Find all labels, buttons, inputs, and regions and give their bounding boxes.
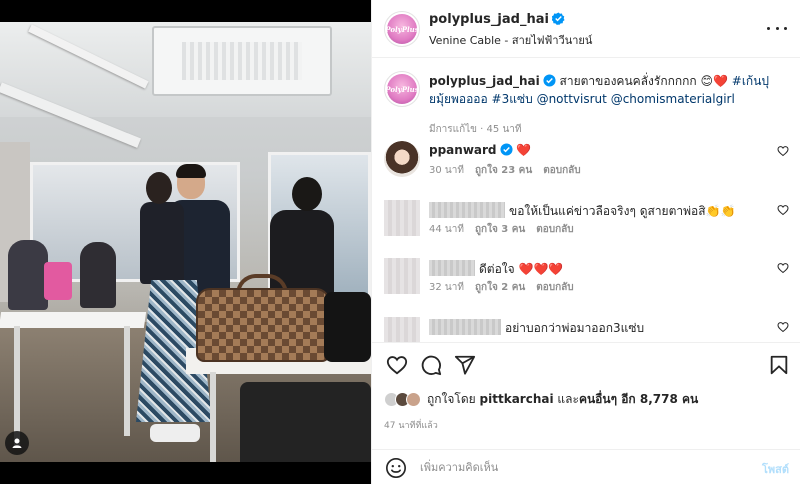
likes-middle: และ: [557, 391, 579, 406]
comment-like-count[interactable]: ถูกใจ 23 คน: [475, 163, 532, 178]
comment-text: ขอให้เป็นแค่ข่าวลือจริงๆ ดูสายตาพ่อสิ👏👏: [429, 202, 735, 221]
post-actions-bar: [372, 342, 800, 386]
verified-icon: [543, 74, 556, 87]
post-photo[interactable]: [0, 0, 371, 484]
mention-nottvisrut[interactable]: @nottvisrut: [537, 92, 607, 106]
emoji-icon[interactable]: [385, 457, 407, 479]
post-timestamp[interactable]: 47 นาทีที่แล้ว: [384, 418, 438, 432]
commenter-avatar-blurred[interactable]: [384, 200, 420, 236]
commenter-avatar[interactable]: [384, 141, 420, 177]
commenter-username-blurred[interactable]: [429, 319, 501, 335]
more-options-button[interactable]: [767, 20, 787, 36]
post-details-panel: PolyPlus polyplus_jad_hai Venine Cable -…: [371, 0, 800, 484]
tagged-users-button[interactable]: [5, 431, 29, 455]
comment-heart-icon[interactable]: [777, 204, 789, 216]
comment-text: ดีต่อใจ ❤️❤️❤️: [429, 260, 563, 279]
post-comment-button[interactable]: โพสต์: [762, 460, 789, 478]
likes-summary[interactable]: ถูกใจโดย pittkarchai และคนอื่นๆ อีก 8,77…: [384, 389, 698, 409]
more-icon: [767, 26, 770, 30]
author-username[interactable]: polyplus_jad_hai: [429, 12, 549, 27]
liker-username[interactable]: pittkarchai: [480, 392, 554, 406]
brand-logo: PolyPlus: [385, 14, 419, 44]
instagram-post-page: PolyPlus polyplus_jad_hai Venine Cable -…: [0, 0, 800, 484]
author-avatar[interactable]: PolyPlus: [384, 11, 420, 47]
comment-like-count[interactable]: ถูกใจ 2 คน: [475, 280, 525, 295]
commenter-username-blurred[interactable]: [429, 260, 475, 276]
caption-meta: มีการแก้ไข · 45 นาที: [429, 124, 522, 135]
comment-meta: 32 นาที ถูกใจ 2 คน ตอบกลับ: [429, 280, 574, 295]
comment-text: อย่าบอกว่าพ่อมาออก3แซ่บ: [429, 319, 644, 338]
commenter-avatar-blurred[interactable]: [384, 258, 420, 294]
like-heart-icon[interactable]: [386, 354, 408, 376]
comments-list[interactable]: PolyPlus polyplus_jad_hai สายตาของคนคลั่…: [372, 59, 800, 342]
commenter-username[interactable]: ppanward: [429, 143, 497, 157]
likes-text: ถูกใจโดย pittkarchai และคนอื่นๆ อีก 8,77…: [427, 390, 698, 409]
add-comment-bar: โพสต์: [372, 449, 800, 484]
post-header: PolyPlus polyplus_jad_hai Venine Cable -…: [372, 0, 800, 58]
reply-button[interactable]: ตอบกลับ: [536, 222, 573, 237]
comment-item: ขอให้เป็นแค่ข่าวลือจริงๆ ดูสายตาพ่อสิ👏👏 …: [384, 200, 789, 256]
commenter-avatar-blurred[interactable]: [384, 317, 420, 342]
caption-text: polyplus_jad_hai สายตาของคนคลั่งรักกกกก …: [429, 72, 784, 108]
share-icon[interactable]: [454, 354, 476, 376]
comment-meta: 30 นาที ถูกใจ 23 คน ตอบกลับ: [429, 163, 581, 178]
verified-icon: [551, 12, 565, 25]
comment-time: 30 นาที: [429, 165, 464, 176]
comment-item: อย่าบอกว่าพ่อมาออก3แซ่บ: [384, 317, 789, 342]
liker-avatar: [406, 391, 421, 407]
likes-others[interactable]: คนอื่นๆ อีก 8,778 คน: [579, 392, 698, 406]
user-tag-icon: [12, 438, 22, 448]
comment-text: ppanward ❤️: [429, 143, 531, 157]
comment-item: ppanward ❤️ 30 นาที ถูกใจ 23 คน ตอบกลับ: [384, 141, 789, 197]
comment-input[interactable]: [420, 456, 740, 478]
comment-body: ขอให้เป็นแค่ข่าวลือจริงๆ ดูสายตาพ่อสิ👏👏: [509, 204, 736, 218]
comment-body: อย่าบอกว่าพ่อมาออก3แซ่บ: [505, 321, 645, 335]
mention-chomismaterialgirl[interactable]: @chomismaterialgirl: [611, 92, 735, 106]
comment-like-count[interactable]: ถูกใจ 3 คน: [475, 222, 525, 237]
hashtag-link-3zap[interactable]: #3แซ่บ: [492, 92, 533, 106]
comment-body: ดีต่อใจ ❤️❤️❤️: [479, 262, 564, 276]
caption-username[interactable]: polyplus_jad_hai: [429, 74, 540, 88]
reply-button[interactable]: ตอบกลับ: [543, 163, 580, 178]
comment-time: 44 นาที: [429, 224, 464, 235]
reply-button[interactable]: ตอบกลับ: [536, 280, 573, 295]
comment-meta: 44 นาที ถูกใจ 3 คน ตอบกลับ: [429, 222, 574, 237]
author-username-row: polyplus_jad_hai: [429, 12, 565, 27]
comment-body: ❤️: [516, 143, 532, 157]
bookmark-icon[interactable]: [768, 354, 790, 376]
comment-heart-icon[interactable]: [777, 145, 789, 157]
post-location[interactable]: Venine Cable - สายไฟฟ้าวีนายน์: [429, 31, 592, 49]
caption-body: สายตาของคนคลั่งรักกกกก 😊❤️: [555, 74, 728, 88]
comment-icon[interactable]: [420, 354, 442, 376]
likes-prefix: ถูกใจโดย: [427, 391, 476, 406]
comment-heart-icon[interactable]: [777, 262, 789, 274]
brand-logo: PolyPlus: [385, 74, 419, 104]
commenter-username-blurred[interactable]: [429, 202, 505, 218]
comment-time: 32 นาที: [429, 282, 464, 293]
comment-heart-icon[interactable]: [777, 321, 789, 333]
office-scene-image: [0, 22, 371, 462]
caption-author-avatar[interactable]: PolyPlus: [384, 71, 420, 107]
verified-icon: [499, 143, 513, 156]
comment-item: ดีต่อใจ ❤️❤️❤️ 32 นาที ถูกใจ 2 คน ตอบกลั…: [384, 258, 789, 314]
